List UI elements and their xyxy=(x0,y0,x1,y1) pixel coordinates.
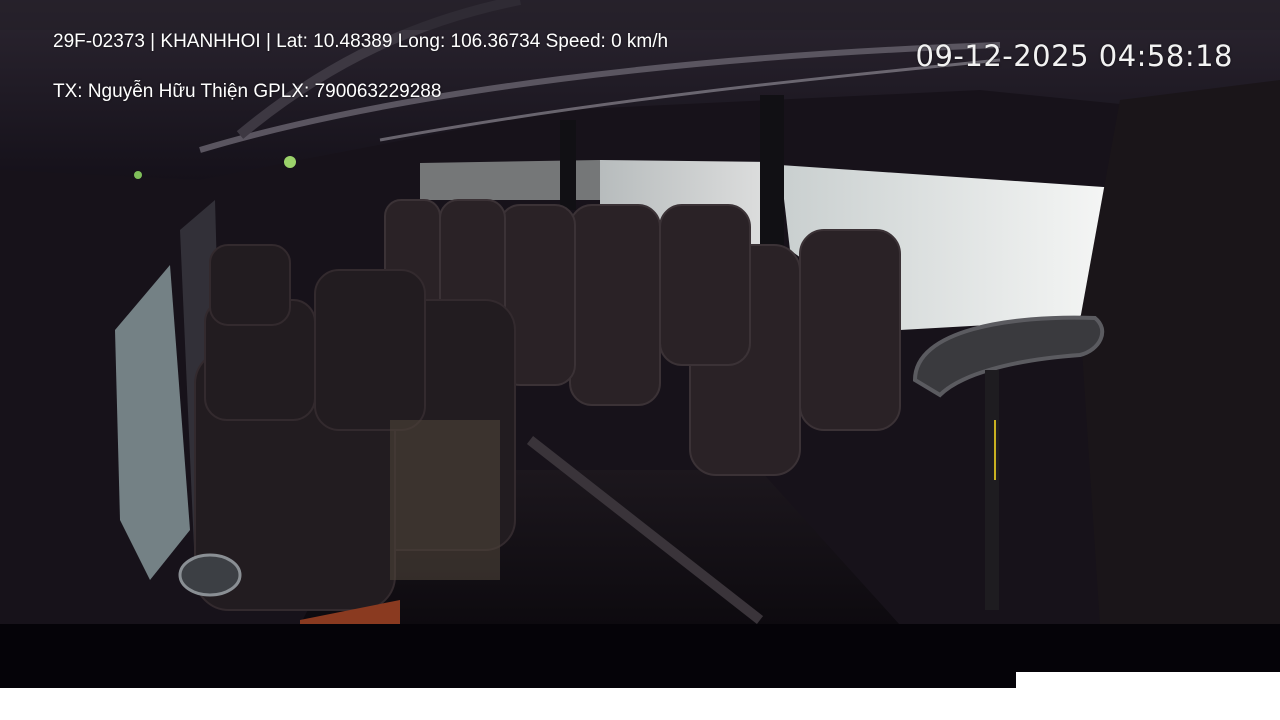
blank-area xyxy=(1016,672,1280,720)
osd-driver-info: TX: Nguyễn Hữu Thiện GPLX: 790063229288 xyxy=(53,81,442,102)
camera-frame: 29F-02373 | KHANHHOI | Lat: 10.48389 Lon… xyxy=(0,0,1280,720)
osd-timestamp: 09-12-2025 04:58:18 xyxy=(915,39,1233,73)
letterbox-bar-tail xyxy=(0,672,1016,688)
osd-vehicle-info: 29F-02373 | KHANHHOI | Lat: 10.48389 Lon… xyxy=(53,31,669,52)
